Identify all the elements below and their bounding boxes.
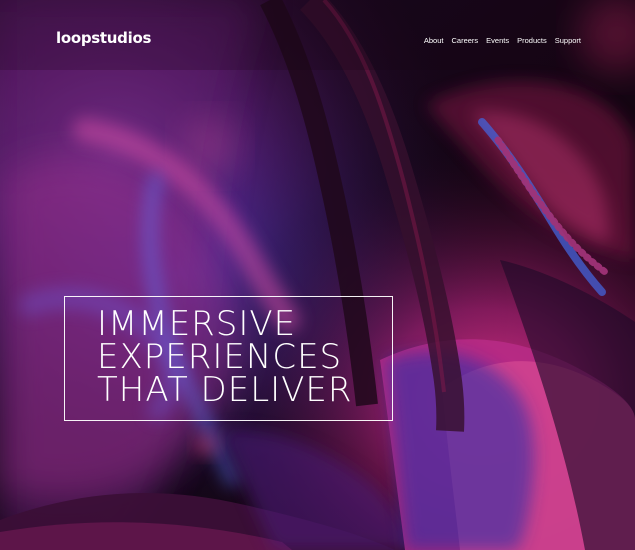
hero-section: loopstudios About Careers Events Product… bbox=[0, 0, 635, 550]
primary-navigation: About Careers Events Products Support bbox=[424, 36, 581, 46]
site-header: loopstudios About Careers Events Product… bbox=[0, 0, 635, 80]
nav-item-careers[interactable]: Careers bbox=[451, 36, 478, 46]
nav-item-events[interactable]: Events bbox=[486, 36, 509, 46]
nav-item-about[interactable]: About bbox=[424, 36, 444, 46]
hero-headline: IMMERSIVE EXPERIENCES THAT DELIVER bbox=[97, 307, 353, 410]
brand-logo[interactable]: loopstudios bbox=[56, 28, 151, 48]
nav-item-products[interactable]: Products bbox=[517, 36, 547, 46]
headline-line-that-deliver: THAT DELIVER bbox=[97, 370, 353, 410]
hero-background-image bbox=[0, 0, 635, 550]
nav-item-support[interactable]: Support bbox=[555, 36, 581, 46]
hero-headline-box: IMMERSIVE EXPERIENCES THAT DELIVER bbox=[64, 296, 393, 421]
